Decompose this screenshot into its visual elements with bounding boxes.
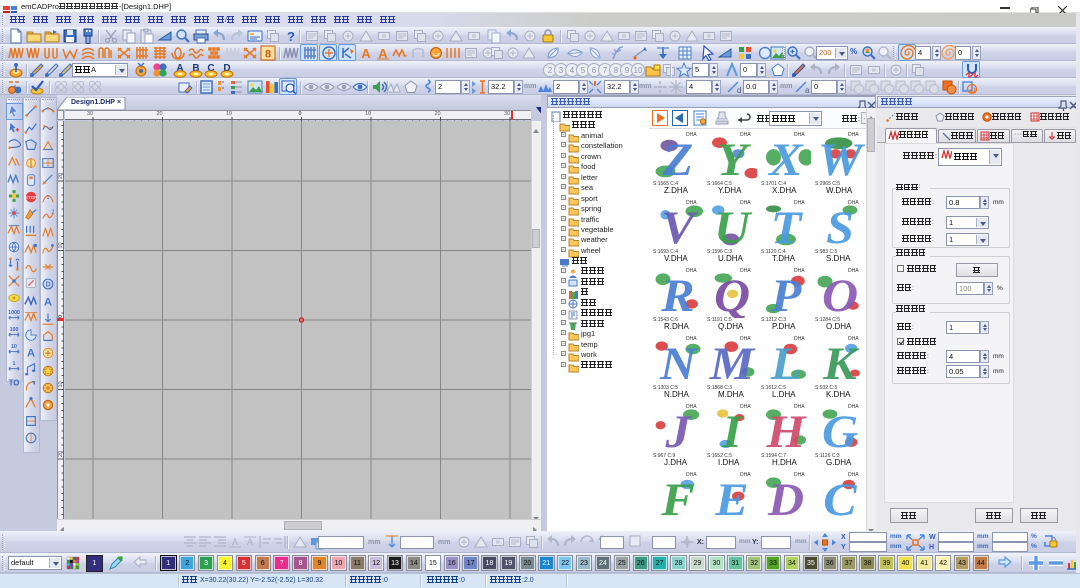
svg-text:C: C [823,475,857,522]
svg-text:A: A [361,46,371,61]
svg-text:U: U [714,203,753,250]
svg-text:20: 20 [58,451,64,457]
svg-text:X: X [767,135,804,182]
svg-text:Q: Q [714,271,750,318]
svg-text:8: 8 [265,49,271,61]
svg-text:T: T [771,203,804,250]
svg-text:L: L [770,339,802,386]
svg-text:2: 2 [52,209,55,215]
svg-text:A: A [44,297,52,309]
svg-text:A: A [247,537,253,547]
svg-text:I: I [721,407,744,454]
svg-text:A: A [27,347,35,359]
svg-text:1000: 1000 [8,310,20,316]
svg-text:10: 10 [11,344,17,350]
svg-text:G: G [822,407,858,454]
svg-text:N: N [659,339,698,386]
svg-text:A: A [232,537,238,547]
svg-text:20: 20 [58,173,64,179]
svg-text:?: ? [287,29,295,44]
svg-text:R: R [660,271,694,318]
svg-text:J: J [664,407,692,454]
svg-text:M: M [709,339,756,386]
svg-text:D: D [767,475,804,522]
svg-text:Y: Y [717,135,752,182]
svg-text:H: H [766,407,807,454]
svg-text:F: F [660,475,694,522]
svg-text:d: d [737,86,741,95]
svg-text:Z: Z [662,135,694,182]
svg-text:1: 1 [47,194,50,200]
svg-text:D: D [45,282,50,289]
svg-text:S: S [826,203,854,250]
svg-text:V: V [661,203,698,250]
svg-text:STOP: STOP [25,195,37,200]
svg-text:TO: TO [9,379,20,388]
svg-text:10: 10 [58,242,64,248]
svg-text:a: a [805,86,810,95]
svg-text:P: P [770,271,802,318]
svg-text:O: O [822,271,858,318]
svg-text:K: K [822,339,860,386]
svg-text:E: E [714,475,748,522]
svg-text:10: 10 [634,66,643,75]
svg-text:1: 1 [13,361,16,367]
svg-text:W: W [818,135,865,182]
svg-text:10: 10 [58,381,64,387]
svg-text:100: 100 [10,327,19,333]
